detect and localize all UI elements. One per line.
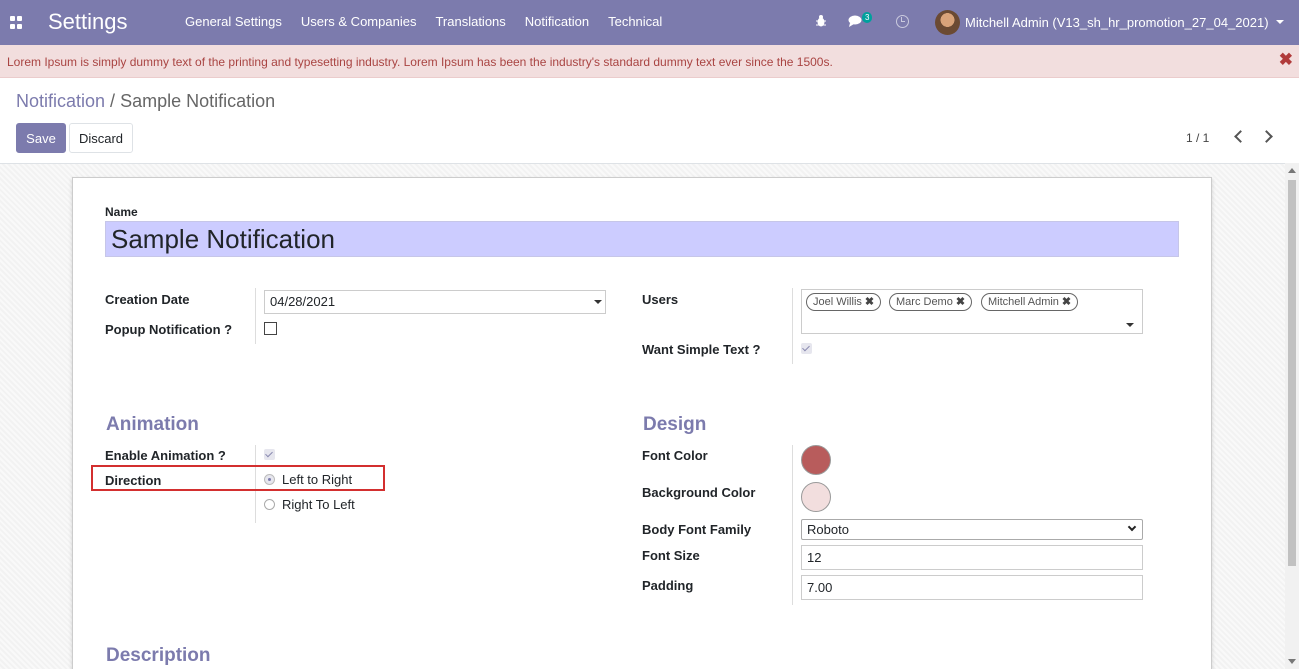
popup-notification-checkbox[interactable] (264, 322, 277, 335)
direction-rtl-radio[interactable] (264, 499, 275, 510)
close-icon[interactable]: ✖ (1279, 50, 1293, 70)
description-section-title: Description (106, 645, 211, 666)
want-simple-text-checkbox[interactable] (801, 343, 812, 354)
remove-tag-icon[interactable]: ✖ (865, 296, 874, 308)
breadcrumb-separator: / (105, 91, 121, 111)
field-separator (792, 445, 793, 605)
name-label: Name (105, 205, 138, 219)
save-button[interactable]: Save (16, 123, 66, 153)
want-simple-text-label: Want Simple Text ? (642, 342, 761, 357)
creation-date-label: Creation Date (105, 292, 190, 307)
scroll-down-icon[interactable] (1288, 659, 1296, 664)
app-brand[interactable]: Settings (48, 9, 128, 35)
breadcrumb-parent[interactable]: Notification (16, 91, 105, 111)
direction-rtl-label[interactable]: Right To Left (282, 497, 355, 512)
user-tag[interactable]: Mitchell Admin ✖ (981, 293, 1079, 311)
design-section-title: Design (643, 414, 707, 435)
main-menu: General Settings Users & Companies Trans… (185, 14, 681, 29)
font-color-swatch[interactable] (801, 445, 831, 475)
apps-menu-icon[interactable] (10, 16, 23, 29)
chevron-down-icon[interactable] (594, 300, 602, 304)
user-menu[interactable]: Mitchell Admin (V13_sh_hr_promotion_27_0… (965, 15, 1269, 30)
chevron-right-icon[interactable] (1260, 130, 1273, 143)
user-tag-label: Marc Demo (896, 296, 953, 308)
chevron-down-icon[interactable] (1126, 323, 1134, 327)
background-color-label: Background Color (642, 485, 756, 500)
alert-text: Lorem Ipsum is simply dummy text of the … (7, 55, 833, 69)
clock-icon[interactable] (896, 15, 909, 28)
remove-tag-icon[interactable]: ✖ (956, 296, 965, 308)
user-caret-icon[interactable] (1276, 20, 1284, 24)
enable-animation-checkbox[interactable] (264, 449, 275, 460)
pager-value[interactable]: 1 / 1 (1186, 131, 1209, 145)
discard-button[interactable]: Discard (69, 123, 133, 153)
field-separator (255, 288, 256, 344)
font-size-label: Font Size (642, 548, 700, 563)
breadcrumb-current: Sample Notification (120, 91, 276, 111)
body-font-family-select[interactable]: Roboto (801, 519, 1143, 540)
alert-banner: Lorem Ipsum is simply dummy text of the … (0, 45, 1299, 78)
scrollbar-thumb[interactable] (1288, 180, 1296, 566)
body-font-family-label: Body Font Family (642, 522, 752, 537)
users-label: Users (642, 292, 679, 307)
chat-count-badge: 3 (862, 12, 873, 23)
bug-icon[interactable] (816, 14, 826, 28)
menu-technical[interactable]: Technical (608, 14, 662, 29)
user-tag[interactable]: Joel Willis ✖ (806, 293, 882, 311)
direction-ltr-radio[interactable] (264, 474, 275, 485)
creation-date-field[interactable]: 04/28/2021 (264, 290, 606, 314)
top-navbar: Settings General Settings Users & Compan… (0, 0, 1299, 45)
background-color-swatch[interactable] (801, 482, 831, 512)
animation-section-title: Animation (106, 414, 199, 435)
remove-tag-icon[interactable]: ✖ (1062, 296, 1071, 308)
menu-notification[interactable]: Notification (525, 14, 589, 29)
menu-translations[interactable]: Translations (435, 14, 505, 29)
field-separator (792, 288, 793, 364)
padding-field[interactable]: 7.00 (801, 575, 1143, 600)
scroll-up-icon[interactable] (1288, 168, 1296, 173)
name-field[interactable]: Sample Notification (105, 221, 1179, 257)
breadcrumb: Notification / Sample Notification (16, 91, 275, 112)
chat-icon[interactable] (848, 15, 862, 27)
user-avatar[interactable] (935, 10, 960, 35)
user-tag[interactable]: Marc Demo ✖ (889, 293, 973, 311)
chevron-left-icon[interactable] (1234, 130, 1247, 143)
user-tag-label: Mitchell Admin (988, 296, 1059, 308)
popup-notification-label: Popup Notification ? (105, 322, 233, 337)
menu-users-companies[interactable]: Users & Companies (301, 14, 417, 29)
font-size-field[interactable]: 12 (801, 545, 1143, 570)
enable-animation-label: Enable Animation ? (105, 448, 226, 463)
user-tag-label: Joel Willis (813, 296, 862, 308)
padding-label: Padding (642, 578, 694, 593)
menu-general-settings[interactable]: General Settings (185, 14, 282, 29)
direction-ltr-label[interactable]: Left to Right (282, 472, 352, 487)
font-color-label: Font Color (642, 448, 708, 463)
